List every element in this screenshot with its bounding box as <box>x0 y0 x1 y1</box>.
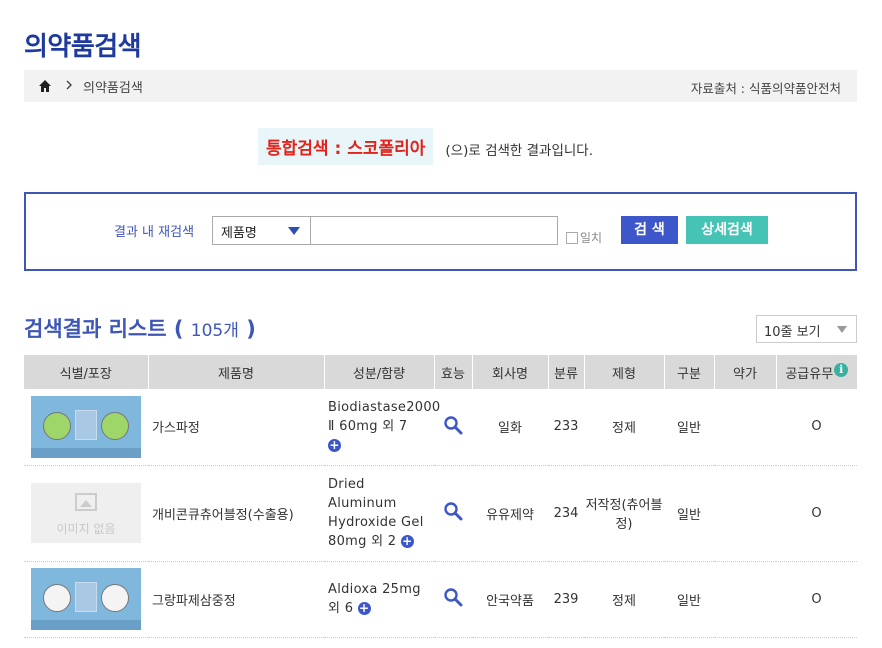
product-name[interactable]: 가스파정 <box>148 389 324 466</box>
column-header: 제형 <box>584 355 665 389</box>
no-image-label: 이미지 없음 <box>56 522 116 536</box>
result-count-close: ) <box>246 317 256 341</box>
page-title: 의약품검색 <box>24 32 142 62</box>
detail-search-button[interactable]: 상세검색 <box>686 216 768 244</box>
table-row: 그랑파제삼중정 Aldioxa 25mg 외 6 + 안국약품 239 정제 일… <box>24 561 857 638</box>
supply-cell: O <box>776 561 857 638</box>
type-cell: 일반 <box>664 465 714 562</box>
result-list-title-text: 검색결과 리스트 <box>24 317 167 341</box>
plus-circle-icon[interactable]: + <box>400 535 414 548</box>
magnifier-icon[interactable] <box>443 587 463 607</box>
magnifier-icon[interactable] <box>443 415 463 435</box>
class-cell: 233 <box>548 389 584 466</box>
search-keyword: 통합검색 : 스코폴리아 <box>258 128 434 165</box>
logo-mark <box>75 582 97 612</box>
class-cell: 234 <box>548 465 584 562</box>
column-header: 성분/함량 <box>324 355 435 389</box>
result-count-open: ( <box>173 317 184 341</box>
refine-search-input[interactable] <box>310 216 558 245</box>
image-band <box>31 447 141 458</box>
ingredient-cell: Aldioxa 25mg 외 6 + <box>324 561 434 638</box>
search-field-select-value: 제품명 <box>221 226 257 241</box>
column-header: 회사명 <box>472 355 549 389</box>
type-cell: 일반 <box>664 389 714 466</box>
price-cell <box>714 561 776 638</box>
company-cell: 일화 <box>472 389 548 466</box>
price-cell <box>714 389 776 466</box>
pill-front <box>43 584 71 612</box>
refine-search-panel: 결과 내 재검색 제품명 일치 검 색 상세검색 <box>24 192 857 271</box>
image-placeholder-icon <box>75 493 97 511</box>
pill-image[interactable] <box>31 568 141 630</box>
no-image-cell: 이미지 없음 <box>24 465 148 562</box>
column-header: 구분 <box>664 355 715 389</box>
pill-image-cell <box>24 561 148 638</box>
refine-search-label: 결과 내 재검색 <box>114 225 195 240</box>
search-field-select[interactable]: 제품명 <box>212 216 311 245</box>
column-header: 효능 <box>434 355 473 389</box>
source-text: 자료출처 : 식품의약품안전처 <box>690 81 841 96</box>
table-row: 가스파정 Biodiastase2000 Ⅱ 60mg 외 7 + 일화 233… <box>24 389 857 466</box>
form-cell: 저작정(츄어블정) <box>584 465 664 562</box>
product-name[interactable]: 개비콘큐츄어블정(수출용) <box>148 465 324 562</box>
pill-back <box>101 411 129 440</box>
plus-circle-icon[interactable]: + <box>357 602 371 615</box>
table-row: 이미지 없음 개비콘큐츄어블정(수출용) Dried Aluminum Hydr… <box>24 465 857 562</box>
plus-circle-icon[interactable]: + <box>328 439 341 453</box>
column-header-supply: 공급유무 i <box>776 355 857 389</box>
magnifier-icon[interactable] <box>443 501 463 521</box>
home-icon[interactable] <box>38 79 52 93</box>
image-band <box>31 620 141 630</box>
chevron-down-icon <box>837 326 847 333</box>
column-header-label: 공급유무 <box>785 366 834 382</box>
result-list-title: 검색결과 리스트 ( 105개 ) <box>24 313 256 343</box>
ingredient-text: Biodiastase2000 Ⅱ 60mg 외 7 <box>328 400 441 435</box>
form-cell: 정제 <box>584 389 664 466</box>
rows-per-page-select[interactable]: 10줄 보기 <box>756 315 857 343</box>
search-summary-text: (으)로 검색한 결과입니다. <box>445 142 594 159</box>
exact-match-option[interactable]: 일치 <box>566 229 602 246</box>
ingredient-text: Aldioxa 25mg 외 6 <box>328 582 421 616</box>
pill-image[interactable] <box>31 395 141 458</box>
chevron-right-icon <box>66 80 73 93</box>
search-summary: 통합검색 : 스코폴리아 (으)로 검색한 결과입니다. <box>258 128 593 165</box>
type-cell: 일반 <box>664 561 714 638</box>
breadcrumb: 의약품검색 자료출처 : 식품의약품안전처 <box>24 70 857 102</box>
column-header: 약가 <box>714 355 777 389</box>
table-header-row: 식별/포장 제품명 성분/함량 효능 회사명 분류 제형 구분 약가 공급유무 i <box>24 355 857 389</box>
breadcrumb-current[interactable]: 의약품검색 <box>83 77 143 96</box>
chevron-down-icon <box>288 227 300 235</box>
pill-front <box>43 411 71 440</box>
efficacy-cell <box>434 465 472 562</box>
supply-cell: O <box>776 389 857 466</box>
company-cell: 안국약품 <box>472 561 548 638</box>
form-cell: 정제 <box>584 561 664 638</box>
ingredient-cell: Dried Aluminum Hydroxide Gel 80mg 외 2 + <box>324 465 434 562</box>
company-cell: 유유제약 <box>472 465 548 562</box>
supply-cell: O <box>776 465 857 562</box>
exact-match-checkbox[interactable] <box>566 231 578 244</box>
pill-back <box>101 584 129 612</box>
search-button[interactable]: 검 색 <box>621 216 678 244</box>
results-table: 식별/포장 제품명 성분/함량 효능 회사명 분류 제형 구분 약가 공급유무 i <box>24 355 857 638</box>
no-image-placeholder: 이미지 없음 <box>31 483 141 543</box>
column-header: 식별/포장 <box>24 355 149 389</box>
column-header: 분류 <box>548 355 585 389</box>
price-cell <box>714 465 776 562</box>
efficacy-cell <box>434 561 472 638</box>
ingredient-cell: Biodiastase2000 Ⅱ 60mg 외 7 + <box>324 389 440 466</box>
result-count: 105개 <box>190 321 239 341</box>
column-header: 제품명 <box>148 355 325 389</box>
pill-image-cell <box>24 389 148 466</box>
rows-per-page-value: 10줄 보기 <box>764 325 821 340</box>
class-cell: 239 <box>548 561 584 638</box>
exact-match-label: 일치 <box>580 231 603 245</box>
info-icon[interactable]: i <box>834 362 849 377</box>
product-name[interactable]: 그랑파제삼중정 <box>148 561 324 638</box>
logo-mark <box>75 409 97 440</box>
